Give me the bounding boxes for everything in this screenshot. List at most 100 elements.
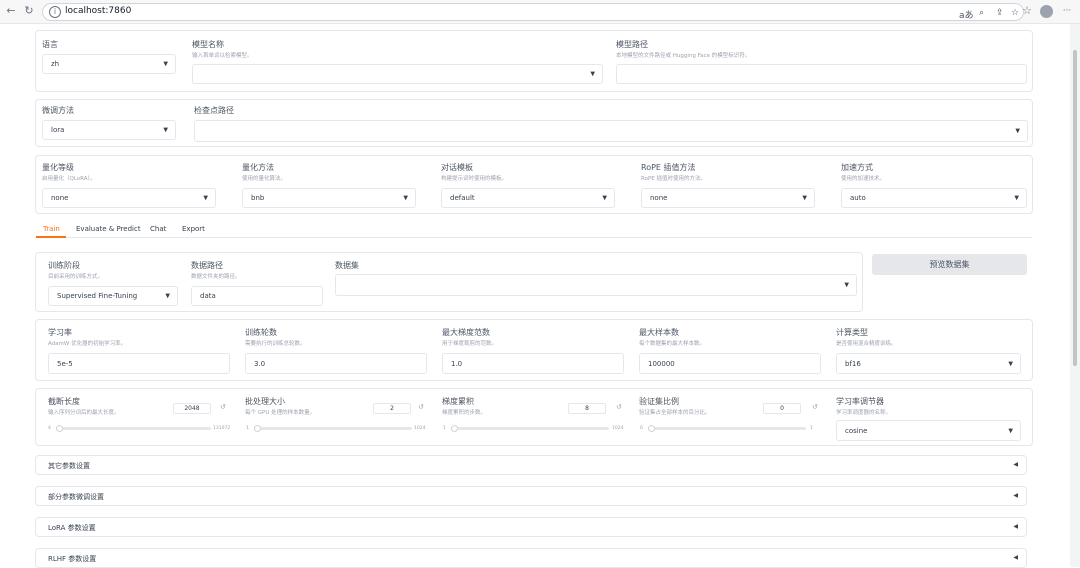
accordion-freeze-settings-label: 部分参数微调设置 bbox=[48, 493, 104, 501]
bookmark-star-icon[interactable]: ☆ bbox=[1011, 8, 1019, 18]
compute-type-value: bf16 bbox=[845, 359, 861, 368]
model-path-info: 本地模型的文件路径或 Hugging Face 的模型标识符。 bbox=[616, 53, 751, 59]
max-samples-input[interactable]: 100000 bbox=[639, 353, 821, 374]
model-path-input[interactable] bbox=[616, 64, 1027, 84]
checkpoint-path-dropdown[interactable]: ▼ bbox=[194, 120, 1028, 142]
dataset-dropdown[interactable]: ▼ bbox=[335, 274, 857, 296]
cutoff-len-min: 4 bbox=[48, 426, 51, 431]
batch-size-track[interactable] bbox=[254, 427, 412, 430]
grad-accum-label: 梯度累积 bbox=[442, 397, 474, 406]
tab-export[interactable]: Export bbox=[182, 225, 205, 233]
site-info-icon[interactable]: i bbox=[49, 6, 61, 18]
val-size-reset-icon[interactable]: ↺ bbox=[812, 403, 818, 411]
accordion-lora-settings-label: LoRA 参数设置 bbox=[48, 524, 96, 532]
reload-icon[interactable]: ↻ bbox=[22, 4, 36, 18]
learning-rate-input[interactable]: 5e-5 bbox=[48, 353, 230, 374]
quantization-method-value: bnb bbox=[251, 194, 265, 202]
cutoff-len-handle[interactable] bbox=[56, 425, 63, 432]
grad-accum-reset-icon[interactable]: ↺ bbox=[616, 403, 622, 411]
model-name-dropdown[interactable]: ▼ bbox=[192, 64, 603, 84]
num-epochs-input[interactable]: 3.0 bbox=[245, 353, 427, 374]
accordion-rlhf-settings[interactable]: RLHF 参数设置 ◀ bbox=[35, 548, 1027, 568]
training-stage-dropdown[interactable]: Supervised Fine-Tuning ▼ bbox=[48, 286, 178, 306]
finetuning-type-dropdown[interactable]: lora ▼ bbox=[42, 120, 176, 140]
dataset-dir-info: 数据文件夹的路径。 bbox=[191, 274, 241, 280]
chevron-down-icon: ▼ bbox=[844, 281, 849, 289]
max-samples-value: 100000 bbox=[648, 359, 675, 368]
tab-evaluate-predict[interactable]: Evaluate & Predict bbox=[76, 225, 141, 233]
chevron-down-icon: ▼ bbox=[203, 194, 208, 202]
grad-accum-handle[interactable] bbox=[451, 425, 458, 432]
cutoff-len-reset-icon[interactable]: ↺ bbox=[220, 403, 226, 411]
dataset-panel: 训练阶段 目前采用的训练方式。 Supervised Fine-Tuning ▼… bbox=[35, 252, 863, 312]
accordion-lora-settings[interactable]: LoRA 参数设置 ◀ bbox=[35, 517, 1027, 537]
model-path-label: 模型路径 bbox=[616, 40, 648, 49]
cutoff-len-max: 131072 bbox=[213, 426, 231, 431]
quantization-bit-dropdown[interactable]: none ▼ bbox=[42, 188, 216, 208]
lang-dropdown[interactable]: zh ▼ bbox=[42, 54, 176, 74]
favorites-icon[interactable]: ☆ bbox=[1020, 4, 1034, 18]
max-grad-norm-value: 1.0 bbox=[451, 359, 463, 368]
more-menu-icon[interactable]: ··· bbox=[1060, 4, 1074, 18]
template-label: 对话模板 bbox=[441, 163, 473, 172]
share-icon[interactable]: ⇪ bbox=[996, 8, 1004, 18]
address-bar[interactable]: i localhost:7860 aあ ⌕ ⇪ ☆ bbox=[42, 3, 1024, 21]
booster-dropdown[interactable]: auto ▼ bbox=[841, 188, 1027, 208]
template-dropdown[interactable]: default ▼ bbox=[441, 188, 615, 208]
lr-scheduler-value: cosine bbox=[845, 426, 868, 435]
accordion-freeze-settings[interactable]: 部分参数微调设置 ◀ bbox=[35, 486, 1027, 506]
cutoff-len-number[interactable]: 2048 bbox=[173, 403, 211, 414]
advanced-config-panel: 量化等级 启用量化（QLoRA）。 none ▼ 量化方法 使用的量化算法。 b… bbox=[35, 155, 1033, 214]
zoom-icon[interactable]: ⌕ bbox=[979, 8, 984, 18]
val-size-number[interactable]: 0 bbox=[763, 403, 801, 414]
max-samples-label: 最大样本数 bbox=[639, 328, 679, 337]
chevron-down-icon: ▼ bbox=[1008, 427, 1013, 434]
chevron-left-icon: ◀ bbox=[1013, 492, 1018, 499]
accordion-rlhf-settings-label: RLHF 参数设置 bbox=[48, 555, 97, 563]
rope-scaling-info: RoPE 插值时使用的方法。 bbox=[641, 176, 706, 182]
rope-scaling-dropdown[interactable]: none ▼ bbox=[641, 188, 815, 208]
max-grad-norm-input[interactable]: 1.0 bbox=[442, 353, 624, 374]
val-size-track[interactable] bbox=[648, 427, 806, 430]
batch-size-info: 每个 GPU 处理的样本数量。 bbox=[245, 410, 316, 416]
grad-accum-info: 梯度累积的步数。 bbox=[442, 410, 487, 416]
lr-scheduler-dropdown[interactable]: cosine ▼ bbox=[836, 420, 1021, 441]
scrollbar-thumb[interactable] bbox=[1073, 50, 1077, 366]
dataset-dir-input[interactable]: data bbox=[191, 286, 323, 306]
val-size-max: 1 bbox=[810, 426, 813, 431]
lang-value: zh bbox=[51, 60, 60, 68]
tab-chat[interactable]: Chat bbox=[150, 225, 166, 233]
profile-avatar[interactable] bbox=[1040, 5, 1053, 18]
cutoff-len-track[interactable] bbox=[56, 427, 211, 430]
cutoff-len-info: 输入序列分词后的最大长度。 bbox=[48, 410, 120, 416]
val-size-handle[interactable] bbox=[648, 425, 655, 432]
grad-accum-number[interactable]: 8 bbox=[568, 403, 606, 414]
chevron-down-icon: ▼ bbox=[590, 70, 595, 78]
quantization-method-label: 量化方法 bbox=[242, 163, 274, 172]
compute-type-dropdown[interactable]: bf16 ▼ bbox=[836, 353, 1021, 374]
checkpoint-path-label: 检查点路径 bbox=[194, 106, 234, 115]
quantization-bit-label: 量化等级 bbox=[42, 163, 74, 172]
finetune-panel: 微调方法 lora ▼ 检查点路径 ▼ bbox=[35, 99, 1033, 147]
preview-dataset-button[interactable]: 预览数据集 bbox=[872, 254, 1027, 275]
batch-size-number[interactable]: 2 bbox=[373, 403, 411, 414]
batch-size-min: 1 bbox=[246, 426, 249, 431]
tab-train[interactable]: Train bbox=[43, 225, 60, 233]
grad-accum-track[interactable] bbox=[451, 427, 609, 430]
grad-accum-max: 1024 bbox=[612, 426, 624, 431]
reader-mode-icon[interactable]: aあ bbox=[959, 8, 974, 21]
batch-size-reset-icon[interactable]: ↺ bbox=[418, 403, 424, 411]
learning-rate-value: 5e-5 bbox=[57, 359, 73, 368]
batch-size-handle[interactable] bbox=[254, 425, 261, 432]
accordion-extra-settings[interactable]: 其它参数设置 ◀ bbox=[35, 455, 1027, 475]
training-stage-info: 目前采用的训练方式。 bbox=[48, 274, 104, 280]
quantization-method-dropdown[interactable]: bnb ▼ bbox=[242, 188, 416, 208]
compute-type-info: 是否使用混合精度训练。 bbox=[836, 341, 897, 347]
chevron-left-icon: ◀ bbox=[1013, 554, 1018, 561]
chevron-left-icon: ◀ bbox=[1013, 461, 1018, 468]
val-size-min: 0 bbox=[640, 426, 643, 431]
quantization-bit-value: none bbox=[51, 194, 69, 202]
back-icon[interactable]: ← bbox=[4, 4, 18, 18]
rope-scaling-label: RoPE 插值方法 bbox=[641, 163, 696, 172]
page-scrollbar[interactable] bbox=[1070, 24, 1080, 567]
